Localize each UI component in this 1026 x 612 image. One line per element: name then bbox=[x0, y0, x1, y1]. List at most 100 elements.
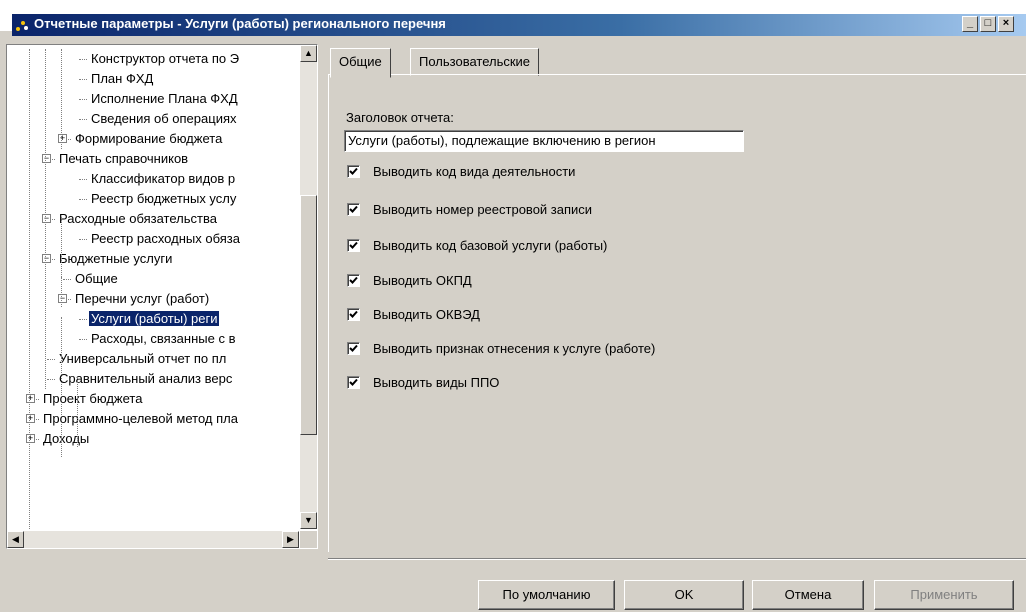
tree-item-label: Реестр бюджетных услу bbox=[91, 191, 237, 206]
tree-guide-line bbox=[77, 377, 78, 447]
checkmark-icon bbox=[349, 205, 358, 213]
checkmark-icon bbox=[349, 276, 358, 284]
collapse-icon[interactable]: − bbox=[42, 254, 51, 263]
checkbox[interactable] bbox=[347, 342, 360, 355]
checkbox[interactable] bbox=[347, 308, 360, 321]
scroll-up-button[interactable]: ▲ bbox=[300, 45, 317, 62]
app-icon bbox=[16, 21, 28, 31]
tree-item[interactable]: Универсальный отчет по пл bbox=[57, 349, 228, 369]
default-button[interactable]: По умолчанию bbox=[478, 580, 615, 610]
report-title-input[interactable]: Услуги (работы), подлежащие включению в … bbox=[344, 130, 744, 152]
tree-item[interactable]: Расходы, связанные с в bbox=[89, 329, 237, 349]
tree-item-label: Расходы, связанные с в bbox=[91, 331, 236, 346]
tree-connector bbox=[79, 319, 87, 320]
expand-icon[interactable]: + bbox=[26, 434, 35, 443]
scroll-corner bbox=[300, 531, 317, 548]
checkmark-icon bbox=[349, 378, 358, 386]
checkbox-label: Выводить виды ППО bbox=[373, 375, 500, 390]
tree-item-label: Реестр расходных обяза bbox=[91, 231, 240, 246]
tree-item-label: Общие bbox=[75, 271, 118, 286]
checkbox[interactable] bbox=[347, 274, 360, 287]
tree-connector bbox=[47, 359, 55, 360]
checkmark-icon bbox=[349, 167, 358, 175]
tree-item[interactable]: Расходные обязательства bbox=[57, 209, 219, 229]
collapse-icon[interactable]: − bbox=[42, 154, 51, 163]
arrow-left-icon: ◀ bbox=[12, 534, 19, 544]
expand-icon[interactable]: + bbox=[26, 394, 35, 403]
tree-item[interactable]: Проект бюджета bbox=[41, 389, 144, 409]
checkbox[interactable] bbox=[347, 239, 360, 252]
tree-guide-line bbox=[29, 49, 30, 529]
tree-guide-line bbox=[61, 317, 62, 457]
tree-item-label: Универсальный отчет по пл bbox=[59, 351, 227, 366]
minimize-button[interactable]: _ bbox=[962, 16, 978, 32]
close-button[interactable]: × bbox=[998, 16, 1014, 32]
tree-item[interactable]: Печать справочников bbox=[57, 149, 190, 169]
tree-item-label: Расходные обязательства bbox=[59, 211, 217, 226]
checkbox-label: Выводить код вида деятельности bbox=[373, 164, 576, 179]
ok-button[interactable]: OK bbox=[624, 580, 744, 610]
title-bar-gradient: Отчетные параметры - Услуги (работы) рег… bbox=[12, 14, 1026, 36]
tree-item-label: Доходы bbox=[43, 431, 90, 446]
tree-item[interactable]: Классификатор видов р bbox=[89, 169, 237, 189]
tree-item[interactable]: Общие bbox=[73, 269, 120, 289]
tree-vertical-scrollbar[interactable]: ▲ ▼ bbox=[300, 45, 317, 529]
dialog-body: Конструктор отчета по Э План ФХД Исполнени… bbox=[0, 36, 1026, 612]
apply-button[interactable]: Применить bbox=[874, 580, 1014, 610]
tree-item-label: Печать справочников bbox=[59, 151, 189, 166]
arrow-right-icon: ▶ bbox=[287, 534, 294, 544]
tree-item-label: Перечни услуг (работ) bbox=[75, 291, 210, 306]
button-separator bbox=[328, 558, 1026, 560]
tree-item[interactable]: Формирование бюджета bbox=[73, 129, 224, 149]
tree-item-label: Исполнение Плана ФХД bbox=[91, 91, 238, 106]
expand-icon[interactable]: + bbox=[58, 134, 67, 143]
minimize-icon: _ bbox=[966, 17, 974, 29]
scroll-left-button[interactable]: ◀ bbox=[7, 531, 24, 548]
checkmark-icon bbox=[349, 310, 358, 318]
arrow-down-icon: ▼ bbox=[304, 515, 313, 525]
tree-item[interactable]: План ФХД bbox=[89, 69, 155, 89]
tree-connector bbox=[79, 179, 87, 180]
expand-icon[interactable]: + bbox=[26, 414, 35, 423]
tree-item-selected[interactable]: Услуги (работы) реги bbox=[89, 309, 220, 329]
tree-item[interactable]: Бюджетные услуги bbox=[57, 249, 174, 269]
tree-connector bbox=[79, 119, 87, 120]
checkbox-label: Выводить признак отнесения к услуге (раб… bbox=[373, 341, 656, 356]
tree-horizontal-scrollbar[interactable]: ◀ ▶ bbox=[7, 531, 299, 548]
collapse-icon[interactable]: − bbox=[58, 294, 67, 303]
tree-item[interactable]: Сравнительный анализ верс bbox=[57, 369, 234, 389]
tree-connector bbox=[79, 79, 87, 80]
collapse-icon[interactable]: − bbox=[42, 214, 51, 223]
tree-connector bbox=[47, 379, 55, 380]
maximize-icon: □ bbox=[984, 17, 992, 29]
checkbox[interactable] bbox=[347, 165, 360, 178]
checkmark-icon bbox=[349, 344, 358, 352]
tree-item[interactable]: Реестр расходных обяза bbox=[89, 229, 242, 249]
tree-item[interactable]: Реестр бюджетных услу bbox=[89, 189, 238, 209]
checkbox[interactable] bbox=[347, 203, 360, 216]
tree-viewport: Конструктор отчета по Э План ФХД Исполнени… bbox=[7, 45, 299, 529]
tree-connector bbox=[79, 339, 87, 340]
maximize-button[interactable]: □ bbox=[980, 16, 996, 32]
tree-guide-line bbox=[45, 49, 46, 389]
checkbox-label: Выводить номер реестровой записи bbox=[373, 202, 593, 217]
tree-item[interactable]: Конструктор отчета по Э bbox=[89, 49, 241, 69]
cancel-button[interactable]: Отмена bbox=[752, 580, 864, 610]
checkbox[interactable] bbox=[347, 376, 360, 389]
tab-general[interactable]: Общие bbox=[330, 48, 391, 78]
tree-item-label: Программно-целевой метод пла bbox=[43, 411, 238, 426]
tree-item[interactable]: Доходы bbox=[41, 429, 91, 449]
dialog-window: Отчетные параметры - Услуги (работы) рег… bbox=[0, 0, 1026, 612]
tree-item[interactable]: Программно-целевой метод пла bbox=[41, 409, 240, 429]
tree-item[interactable]: Сведения об операциях bbox=[89, 109, 239, 129]
tab-custom[interactable]: Пользовательские bbox=[410, 48, 540, 76]
scroll-right-button[interactable]: ▶ bbox=[282, 531, 299, 548]
tree-item-label: Бюджетные услуги bbox=[59, 251, 173, 266]
tree-connector bbox=[63, 279, 71, 280]
report-title-label: Заголовок отчета: bbox=[346, 110, 454, 125]
scroll-thumb[interactable] bbox=[300, 195, 317, 435]
navigation-tree[interactable]: Конструктор отчета по Э План ФХД Исполнени… bbox=[6, 44, 318, 549]
tree-item[interactable]: Перечни услуг (работ) bbox=[73, 289, 211, 309]
scroll-down-button[interactable]: ▼ bbox=[300, 512, 317, 529]
tree-item[interactable]: Исполнение Плана ФХД bbox=[89, 89, 240, 109]
